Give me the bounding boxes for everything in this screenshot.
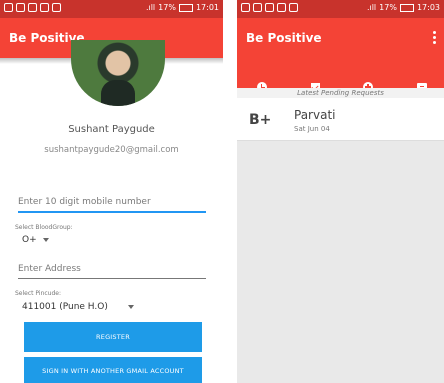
requests-screen: .ıll 17% 17:03 Be Positive Latest Pendin… xyxy=(237,0,444,383)
chevron-down-icon xyxy=(127,304,134,309)
notification-icons xyxy=(4,3,61,12)
battery-icon xyxy=(178,3,193,12)
mobile-number-field[interactable]: Enter 10 digit mobile number xyxy=(18,197,206,213)
section-header: Latest Pending Requests xyxy=(237,88,444,98)
blood-group-label: Select BloodGroup: xyxy=(15,224,73,231)
pincode-value: 411001 (Pune H.O) xyxy=(22,302,108,312)
mobile-number-placeholder: Enter 10 digit mobile number xyxy=(18,197,151,207)
signal-icon: .ıll xyxy=(366,3,377,12)
status-time: 17:03 xyxy=(416,3,440,12)
list-item[interactable]: B+ Parvati Sat Jun 04 xyxy=(237,98,444,141)
request-blood-group: B+ xyxy=(249,112,272,128)
battery-percent: 17% xyxy=(379,3,397,12)
battery-percent: 17% xyxy=(158,3,176,12)
request-name: Parvati xyxy=(294,108,336,122)
notification-icons xyxy=(241,3,298,12)
overflow-menu-icon[interactable] xyxy=(433,31,436,44)
status-bar: .ıll 17% 17:01 xyxy=(0,0,223,18)
status-bar: .ıll 17% 17:03 xyxy=(237,0,444,18)
blood-group-select[interactable]: O+ xyxy=(22,235,49,245)
avatar xyxy=(71,40,165,106)
pincode-label: Select Pincude: xyxy=(15,290,61,297)
registration-screen: .ıll 17% 17:01 Be Positive Sushant Paygu… xyxy=(0,0,223,383)
profile-email: sushantpaygude20@gmail.com xyxy=(44,145,179,155)
battery-icon xyxy=(399,3,414,12)
register-button[interactable]: REGISTER xyxy=(24,322,202,352)
signal-icon: .ıll xyxy=(145,3,156,12)
status-time: 17:01 xyxy=(195,3,219,12)
pincode-select[interactable]: 411001 (Pune H.O) xyxy=(22,302,152,312)
address-placeholder: Enter Address xyxy=(18,264,81,274)
request-date: Sat Jun 04 xyxy=(294,125,330,133)
profile-name: Sushant Paygude xyxy=(68,124,155,135)
chevron-down-icon xyxy=(42,237,49,242)
address-field[interactable]: Enter Address xyxy=(18,264,206,279)
blood-group-value: O+ xyxy=(22,235,37,245)
sign-in-another-account-button[interactable]: SIGN IN WITH ANOTHER GMAIL ACCOUNT xyxy=(24,357,202,383)
app-title: Be Positive xyxy=(246,31,322,45)
